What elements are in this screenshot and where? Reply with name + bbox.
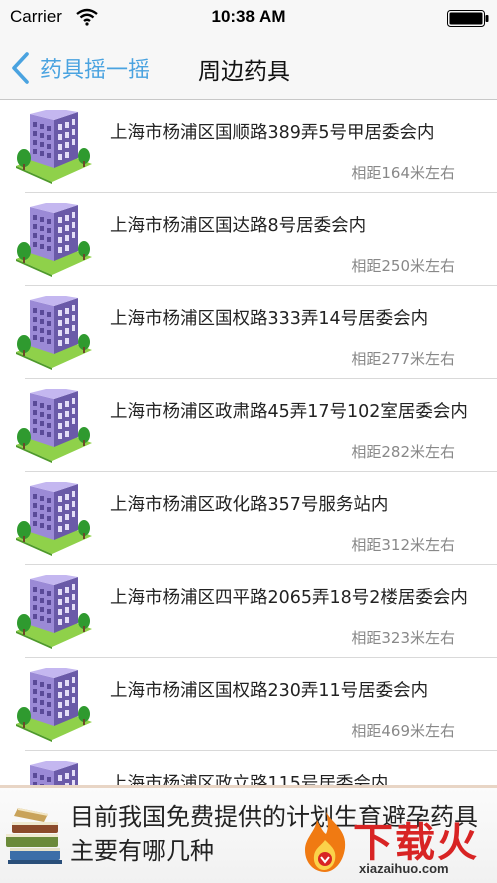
building-icon	[16, 482, 92, 556]
list-item[interactable]: 上海市杨浦区国顺路389弄5号甲居委会内 相距164米左右	[0, 100, 497, 193]
page-title: 周边药具	[198, 59, 290, 85]
item-address: 上海市杨浦区政肃路45弄17号102室居委会内	[110, 402, 468, 422]
building-icon	[16, 203, 92, 277]
books-icon	[6, 808, 62, 864]
list-item[interactable]: 上海市杨浦区国权路333弄14号居委会内 相距277米左右	[0, 286, 497, 379]
status-bar: Carrier 10:38 AM	[0, 0, 497, 36]
item-distance: 相距282米左右	[351, 443, 455, 461]
battery-icon	[447, 10, 489, 27]
list-item[interactable]: 上海市杨浦区国达路8号居委会内 相距250米左右	[0, 193, 497, 286]
navigation-bar: 药具摇一摇 周边药具	[0, 36, 497, 100]
item-address: 上海市杨浦区国达路8号居委会内	[110, 216, 367, 236]
back-button-label: 药具摇一摇	[40, 58, 151, 83]
building-icon	[16, 575, 92, 649]
item-address: 上海市杨浦区国权路230弄11号居委会内	[110, 681, 429, 701]
item-distance: 相距312米左右	[351, 536, 455, 554]
screen: Carrier 10:38 AM 药具摇一摇 周边药具 上海市杨浦区国顺路389…	[0, 0, 497, 883]
item-distance: 相距469米左右	[351, 722, 455, 740]
item-distance: 相距250米左右	[351, 257, 455, 275]
ad-text: 目前我国免费提供的计划生育避孕药具主要有哪几种	[70, 803, 478, 865]
list-item[interactable]: 上海市杨浦区四平路2065弄18号2楼居委会内 相距323米左右	[0, 565, 497, 658]
back-button[interactable]: 药具摇一摇	[10, 50, 150, 86]
item-distance: 相距164米左右	[351, 164, 455, 182]
building-icon	[16, 389, 92, 463]
location-list: 上海市杨浦区国顺路389弄5号甲居委会内 相距164米左右 上海市杨浦区国达路8…	[0, 100, 497, 844]
item-address: 上海市杨浦区政化路357号服务站内	[110, 495, 389, 515]
list-item[interactable]: 上海市杨浦区国权路230弄11号居委会内 相距469米左右	[0, 658, 497, 751]
item-address: 上海市杨浦区四平路2065弄18号2楼居委会内	[110, 588, 468, 608]
status-time: 10:38 AM	[211, 7, 286, 26]
item-distance: 相距277米左右	[351, 350, 455, 368]
chevron-left-icon	[12, 52, 29, 84]
building-icon	[16, 296, 92, 370]
item-address: 上海市杨浦区国顺路389弄5号甲居委会内	[110, 123, 435, 143]
building-icon	[16, 110, 92, 184]
item-address: 上海市杨浦区国权路333弄14号居委会内	[110, 309, 429, 329]
item-distance: 相距323米左右	[351, 629, 455, 647]
list-item[interactable]: 上海市杨浦区政化路357号服务站内 相距312米左右	[0, 472, 497, 565]
building-icon	[16, 668, 92, 742]
ad-banner[interactable]: 目前我国免费提供的计划生育避孕药具主要有哪几种 下载火 xiazaihuo.co…	[0, 785, 497, 883]
list-item[interactable]: 上海市杨浦区政肃路45弄17号102室居委会内 相距282米左右	[0, 379, 497, 472]
